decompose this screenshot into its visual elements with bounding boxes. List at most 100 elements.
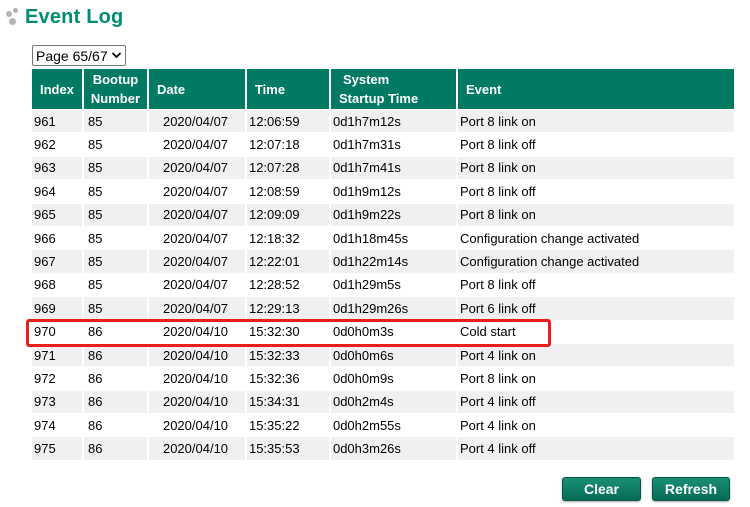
cell-index: 973: [32, 390, 82, 414]
cell-event: Port 8 link on: [457, 110, 734, 133]
cell-time: 12:06:59: [246, 110, 329, 133]
cell-index: 965: [32, 203, 82, 226]
cell-bootup: 85: [83, 297, 147, 320]
cell-startup: 0d0h3m26s: [330, 437, 456, 460]
cell-time: 15:32:30: [246, 320, 329, 343]
cell-date: 2020/04/10: [148, 320, 245, 343]
event-log-table: Index Bootup Number Date Time System Start…: [30, 68, 736, 461]
cell-index: 966: [32, 226, 82, 250]
page-select-value: Page 65/67: [36, 47, 108, 64]
cell-event: Port 4 link off: [457, 390, 734, 414]
clear-button[interactable]: Clear: [562, 477, 641, 501]
cell-time: 15:34:31: [246, 390, 329, 414]
page-header: Event Log: [5, 4, 123, 30]
cell-bootup: 85: [83, 180, 147, 203]
dots-logo-icon: [5, 8, 23, 26]
cell-time: 12:22:01: [246, 250, 329, 273]
cell-date: 2020/04/10: [148, 390, 245, 414]
cell-bootup: 86: [83, 343, 147, 367]
cell-time: 12:07:18: [246, 133, 329, 156]
table-header-row: Index Bootup Number Date Time System Start…: [32, 69, 734, 109]
cell-time: 12:09:09: [246, 203, 329, 226]
refresh-button[interactable]: Refresh: [652, 477, 730, 501]
cell-event: Port 8 link on: [457, 156, 734, 180]
table-row: 969 85 2020/04/07 12:29:13 0d1h29m26s Po…: [32, 297, 734, 320]
cell-index: 969: [32, 297, 82, 320]
cell-date: 2020/04/10: [148, 437, 245, 460]
cell-date: 2020/04/07: [148, 203, 245, 226]
cell-index: 967: [32, 250, 82, 273]
cell-index: 974: [32, 414, 82, 437]
cell-bootup: 85: [83, 156, 147, 180]
cell-startup: 0d0h0m3s: [330, 320, 456, 343]
cell-time: 12:28:52: [246, 273, 329, 297]
cell-event: Configuration change activated: [457, 226, 734, 250]
cell-date: 2020/04/07: [148, 273, 245, 297]
table-row: 961 85 2020/04/07 12:06:59 0d1h7m12s Por…: [32, 110, 734, 133]
cell-time: 15:35:22: [246, 414, 329, 437]
cell-time: 12:08:59: [246, 180, 329, 203]
cell-index: 975: [32, 437, 82, 460]
col-header-system-line2: Startup Time: [338, 91, 419, 106]
cell-date: 2020/04/07: [148, 297, 245, 320]
cell-time: 15:35:53: [246, 437, 329, 460]
cell-startup: 0d0h2m4s: [330, 390, 456, 414]
col-header-system-startup-time: System Startup Time: [330, 69, 456, 109]
cell-index: 964: [32, 180, 82, 203]
table-row: 963 85 2020/04/07 12:07:28 0d1h7m41s Por…: [32, 156, 734, 180]
col-header-bootup-line1: Bootup: [92, 72, 139, 87]
cell-bootup: 86: [83, 437, 147, 460]
page-title: Event Log: [25, 5, 124, 28]
col-header-bootup-number: Bootup Number: [83, 69, 147, 109]
cell-event: Port 8 link off: [457, 273, 734, 297]
cell-date: 2020/04/10: [148, 414, 245, 437]
cell-index: 968: [32, 273, 82, 297]
cell-index: 961: [32, 110, 82, 133]
cell-time: 15:32:33: [246, 343, 329, 367]
cell-time: 15:32:36: [246, 367, 329, 390]
cell-bootup: 85: [83, 226, 147, 250]
cell-time: 12:18:32: [246, 226, 329, 250]
cell-index: 972: [32, 367, 82, 390]
cell-time: 12:29:13: [246, 297, 329, 320]
cell-event: Port 6 link off: [457, 297, 734, 320]
table-row: 971 86 2020/04/10 15:32:33 0d0h0m6s Port…: [32, 343, 734, 367]
cell-date: 2020/04/07: [148, 250, 245, 273]
cell-startup: 0d1h9m22s: [330, 203, 456, 226]
page-select[interactable]: Page 65/67: [32, 45, 126, 66]
table-row: 964 85 2020/04/07 12:08:59 0d1h9m12s Por…: [32, 180, 734, 203]
cell-bootup: 85: [83, 250, 147, 273]
cell-bootup: 85: [83, 203, 147, 226]
cell-bootup: 86: [83, 390, 147, 414]
cell-startup: 0d1h29m5s: [330, 273, 456, 297]
cell-event: Port 4 link off: [457, 437, 734, 460]
table-row: 974 86 2020/04/10 15:35:22 0d0h2m55s Por…: [32, 414, 734, 437]
cell-event: Configuration change activated: [457, 250, 734, 273]
cell-startup: 0d1h7m31s: [330, 133, 456, 156]
cell-index: 970: [32, 320, 82, 343]
col-header-time: Time: [246, 69, 329, 109]
cell-event: Port 8 link off: [457, 180, 734, 203]
cell-startup: 0d0h2m55s: [330, 414, 456, 437]
cell-bootup: 86: [83, 320, 147, 343]
cell-date: 2020/04/07: [148, 156, 245, 180]
cell-event: Port 4 link on: [457, 343, 734, 367]
cell-startup: 0d1h22m14s: [330, 250, 456, 273]
table-row: 966 85 2020/04/07 12:18:32 0d1h18m45s Co…: [32, 226, 734, 250]
cell-date: 2020/04/07: [148, 180, 245, 203]
cell-bootup: 85: [83, 133, 147, 156]
table-row: 965 85 2020/04/07 12:09:09 0d1h9m22s Por…: [32, 203, 734, 226]
table-row: 967 85 2020/04/07 12:22:01 0d1h22m14s Co…: [32, 250, 734, 273]
cell-startup: 0d1h7m41s: [330, 156, 456, 180]
cell-startup: 0d1h29m26s: [330, 297, 456, 320]
cell-bootup: 85: [83, 273, 147, 297]
table-row: 973 86 2020/04/10 15:34:31 0d0h2m4s Port…: [32, 390, 734, 414]
cell-event: Port 4 link on: [457, 414, 734, 437]
cell-date: 2020/04/10: [148, 367, 245, 390]
cell-event: Port 8 link on: [457, 367, 734, 390]
cell-bootup: 86: [83, 367, 147, 390]
cell-date: 2020/04/07: [148, 226, 245, 250]
cell-event: Cold start: [457, 320, 734, 343]
table-row: 975 86 2020/04/10 15:35:53 0d0h3m26s Por…: [32, 437, 734, 460]
cell-startup: 0d0h0m6s: [330, 343, 456, 367]
